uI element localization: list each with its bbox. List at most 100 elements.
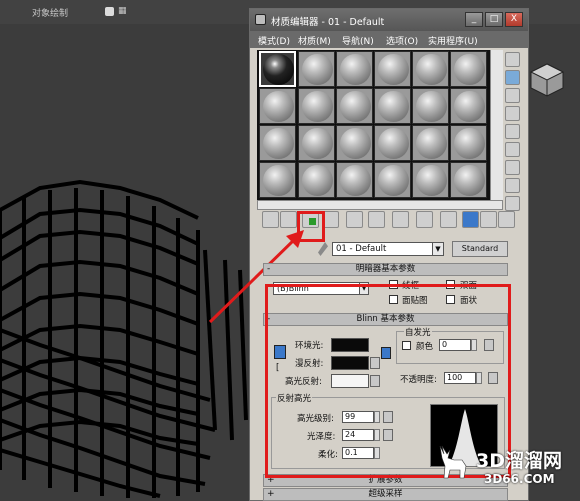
sample-slot[interactable] [412,162,449,198]
sample-slot[interactable] [259,88,296,124]
two-sided-checkbox[interactable] [446,280,455,289]
glossiness-label: 光泽度: [307,432,336,442]
options-icon[interactable] [505,160,520,175]
opacity-map-button[interactable] [488,372,498,384]
minimize-button[interactable]: _ [465,12,483,27]
sample-slot[interactable] [412,51,449,87]
ambient-color-swatch[interactable] [331,338,369,352]
face-map-label: 面贴图 [402,296,428,306]
opacity-spinner[interactable]: 100 [444,372,476,384]
sample-slot[interactable] [412,125,449,161]
viewcube-icon[interactable] [527,60,567,100]
put-to-scene-icon[interactable] [280,211,297,228]
go-forward-icon[interactable] [498,211,515,228]
ambient-label: 环境光: [295,341,324,351]
uv-tiling-icon[interactable] [505,106,520,121]
sample-slot[interactable] [336,88,373,124]
make-unique-icon[interactable] [368,211,385,228]
watermark-title: 3D溜溜网 [476,450,562,472]
menu-utilities[interactable]: 实用程序(U) [428,34,478,47]
chevron-down-icon[interactable]: ▼ [432,242,444,256]
spinner-arrows-icon[interactable] [374,429,380,441]
sample-slot[interactable] [374,125,411,161]
sample-slot[interactable] [336,51,373,87]
lock-ambient-diffuse-icon[interactable] [274,345,286,359]
self-illum-color-checkbox[interactable] [402,341,411,350]
material-navigator-icon[interactable] [505,196,520,211]
sample-slot[interactable] [374,88,411,124]
menu-modes[interactable]: 模式(D) [258,34,290,47]
close-button[interactable]: X [505,12,523,27]
expand-icon: + [267,489,275,499]
self-illum-map-button[interactable] [484,339,494,351]
shader-dropdown[interactable]: (B)Blinn [273,282,369,295]
spinner-arrows-icon[interactable] [476,372,482,384]
sample-slot[interactable] [412,88,449,124]
menu-options[interactable]: 选项(O) [386,34,418,47]
material-name-field[interactable]: 01 - Default [332,242,444,256]
diffuse-color-swatch[interactable] [331,356,369,370]
faceted-checkbox[interactable] [446,295,455,304]
slot-horizontal-scrollbar[interactable] [257,200,503,210]
collapse-icon: - [267,314,271,324]
specular-level-map-button[interactable] [383,411,393,423]
backlight-icon[interactable] [505,70,520,85]
self-illum-spinner[interactable]: 0 [439,339,471,351]
title-bar[interactable]: 材质编辑器 - 01 - Default _ □ X [250,9,528,31]
show-end-result-icon[interactable] [462,211,479,228]
go-to-parent-icon[interactable] [480,211,497,228]
sample-type-icon[interactable] [505,52,520,67]
make-preview-icon[interactable] [505,142,520,157]
sample-slot[interactable] [298,51,335,87]
chevron-down-icon[interactable]: ▼ [359,282,369,295]
sample-slot[interactable] [259,125,296,161]
glossiness-map-button[interactable] [383,429,393,441]
lock-bracket-icon: [ [276,363,280,373]
spinner-arrows-icon[interactable] [374,447,380,459]
video-color-check-icon[interactable] [505,124,520,139]
spinner-arrows-icon[interactable] [374,411,380,423]
sample-slot[interactable] [374,162,411,198]
maximize-button[interactable]: □ [485,12,503,27]
blinn-basic-rollout-header[interactable]: - Blinn 基本参数 [263,313,508,326]
select-by-material-icon[interactable] [505,178,520,193]
face-map-checkbox[interactable] [389,295,398,304]
sample-slot[interactable] [450,125,487,161]
sample-slot[interactable] [374,51,411,87]
glossiness-spinner[interactable]: 24 [342,429,374,441]
sample-slot[interactable] [298,162,335,198]
specular-level-spinner[interactable]: 99 [342,411,374,423]
diffuse-map-button[interactable] [370,357,380,369]
material-id-icon[interactable] [416,211,433,228]
sample-slot[interactable] [450,51,487,87]
spinner-arrows-icon[interactable] [471,339,477,351]
app-icon [255,14,266,25]
show-map-icon[interactable] [440,211,457,228]
specular-map-button[interactable] [370,375,380,387]
sample-slot[interactable] [298,125,335,161]
sample-slot[interactable] [259,162,296,198]
sample-slot[interactable] [298,88,335,124]
shader-basic-rollout-header[interactable]: - 明暗器基本参数 [263,263,508,276]
material-type-button[interactable]: Standard [452,241,508,257]
menu-material[interactable]: 材质(M) [298,34,331,47]
self-illum-color-label: 颜色 [416,342,434,352]
soften-spinner[interactable]: 0.1 [342,447,374,459]
specular-level-label: 高光级别: [297,414,334,424]
wire-checkbox[interactable] [389,280,398,289]
get-material-icon[interactable] [262,211,279,228]
background-icon[interactable] [505,88,520,103]
specular-color-swatch[interactable] [331,374,369,388]
sample-slot[interactable] [336,162,373,198]
sample-slot[interactable] [450,88,487,124]
lock-diffuse-specular-icon[interactable] [381,347,391,359]
menu-navigation[interactable]: 导航(N) [342,34,374,47]
opacity-label: 不透明度: [400,375,437,385]
supersampling-rollout-header[interactable]: + 超级采样 [263,488,508,501]
sample-slot-1[interactable] [259,51,296,87]
put-to-library-icon[interactable] [392,211,409,228]
sample-slot[interactable] [336,125,373,161]
copy-material-icon[interactable] [346,211,363,228]
slot-vertical-scrollbar[interactable] [490,50,503,200]
sample-slot[interactable] [450,162,487,198]
